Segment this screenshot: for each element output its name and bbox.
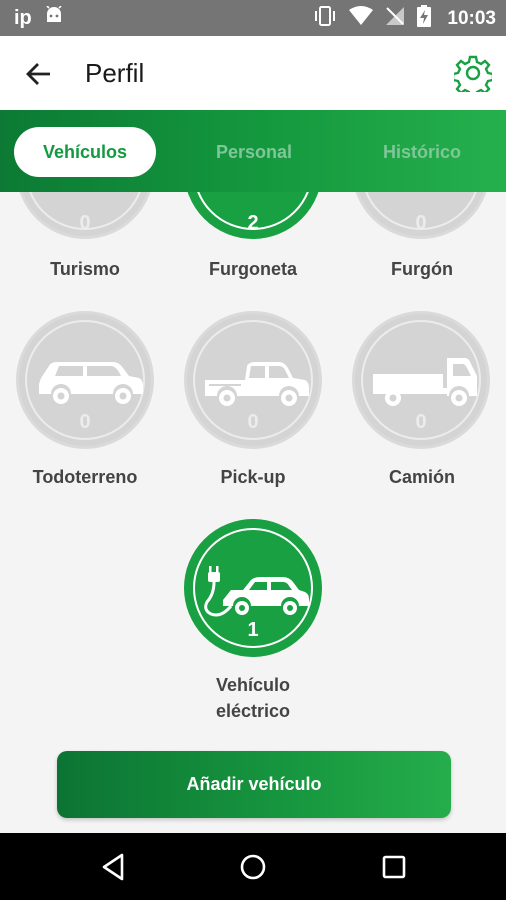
vehicle-card-furgon[interactable]: 0 [352,192,490,239]
gear-icon[interactable] [451,54,495,99]
system-nav-bar [0,833,506,900]
page-title: Perfil [85,58,145,88]
vehicle-label-furgoneta: Furgoneta [209,259,297,279]
tab-historico[interactable]: Histórico [352,127,492,177]
vehicle-card-furgoneta[interactable]: 2 [184,192,322,239]
nav-recents-icon[interactable] [376,849,412,885]
vehicle-count: 0 [79,411,91,433]
status-time: 10:03 [447,7,496,29]
vehicle-card-electrico[interactable]: 1 [184,519,322,657]
vehicle-count: 2 [247,212,259,234]
vehicle-card-todoterreno[interactable]: 0 [16,311,154,449]
vehicle-grid: 0 Turismo 2 Furgoneta 0 Furgón 0 Todoter… [0,192,506,833]
tab-bar: Vehículos Personal Histórico [0,110,506,192]
wifi-icon [349,6,374,31]
add-vehicle-button[interactable]: Añadir vehículo [57,751,451,818]
tab-vehiculos[interactable]: Vehículos [14,127,156,177]
vehicle-label-camion: Camión [388,467,455,487]
back-arrow-icon[interactable] [20,56,56,92]
vehicle-label-line: Vehículo [215,675,291,695]
vehicle-card-turismo[interactable]: 0 [16,192,154,239]
status-bar: ip 10:03 [0,0,506,36]
vehicle-count: 0 [415,212,427,234]
app-bar: Perfil [0,36,506,110]
vehicle-card-pickup[interactable]: 0 [184,311,322,449]
vibrate-icon [313,5,337,32]
vehicle-label-pickup: Pick-up [220,467,286,487]
vehicle-count: 0 [247,411,259,433]
nav-back-icon[interactable] [96,849,132,885]
vehicle-count: 0 [79,212,91,234]
vehicle-label-furgon: Furgón [391,259,453,279]
vehicle-label-todoterreno: Todoterreno [32,467,138,487]
tab-personal[interactable]: Personal [184,127,324,177]
vehicle-count: 0 [415,411,427,433]
vehicle-label-line: eléctrico [215,701,291,721]
nav-home-icon[interactable] [235,849,271,885]
vehicle-card-camion[interactable]: 0 [352,311,490,449]
no-signal-icon [385,6,405,31]
android-notification-icon [44,5,64,30]
vehicle-label-electrico: Vehículo eléctrico [168,672,338,724]
vehicle-count: 1 [247,619,259,641]
status-carrier-text: ip [14,6,32,29]
battery-charging-icon [417,5,432,32]
vehicle-label-turismo: Turismo [50,259,120,279]
